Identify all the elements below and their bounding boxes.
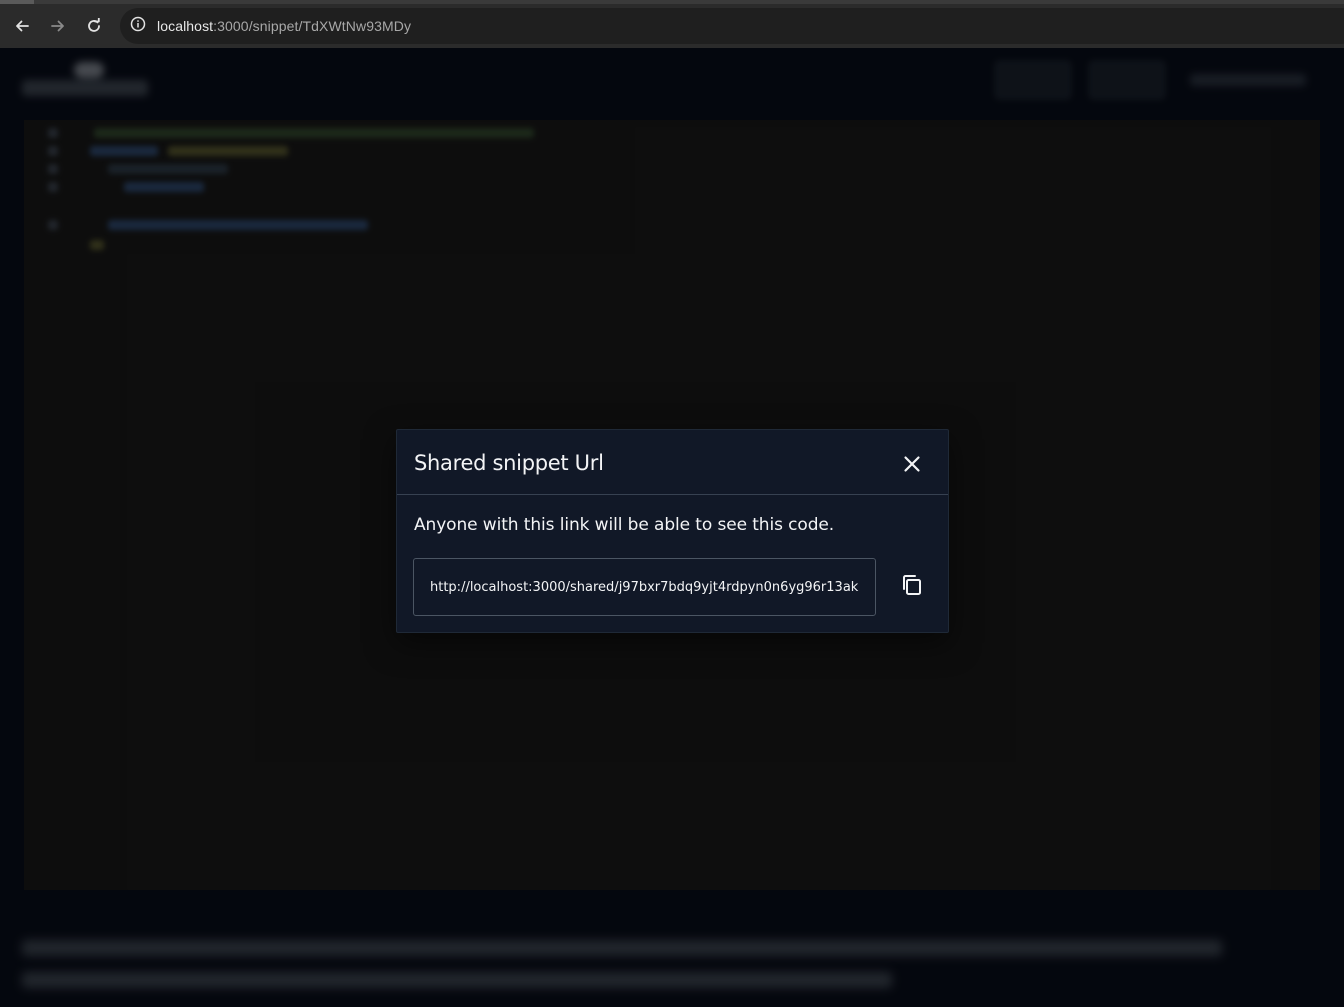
reload-icon xyxy=(86,18,102,34)
address-text[interactable]: localhost:3000/snippet/TdXWtNw93MDy xyxy=(157,18,411,34)
copy-icon xyxy=(900,573,924,601)
copy-button[interactable] xyxy=(897,572,927,602)
browser-toolbar: localhost:3000/snippet/TdXWtNw93MDy xyxy=(0,0,1344,48)
url-path: :3000/snippet/TdXWtNw93MDy xyxy=(213,18,412,34)
site-info-button[interactable] xyxy=(127,15,149,37)
arrow-right-icon xyxy=(50,18,66,34)
url-host: localhost xyxy=(157,18,214,34)
info-icon xyxy=(130,16,146,36)
address-bar[interactable]: localhost:3000/snippet/TdXWtNw93MDy xyxy=(120,8,1344,44)
share-modal: Shared snippet Url Anyone with this link… xyxy=(396,429,949,633)
modal-description: Anyone with this link will be able to se… xyxy=(414,515,835,535)
modal-title: Shared snippet Url xyxy=(414,451,604,475)
tab-strip-edge xyxy=(0,0,34,4)
forward-button[interactable] xyxy=(44,12,72,40)
arrow-left-icon xyxy=(14,18,30,34)
back-button[interactable] xyxy=(8,12,36,40)
close-button[interactable] xyxy=(897,451,927,481)
share-url-input[interactable] xyxy=(413,558,876,616)
modal-header: Shared snippet Url xyxy=(397,430,948,495)
reload-button[interactable] xyxy=(80,12,108,40)
close-icon xyxy=(903,455,921,477)
